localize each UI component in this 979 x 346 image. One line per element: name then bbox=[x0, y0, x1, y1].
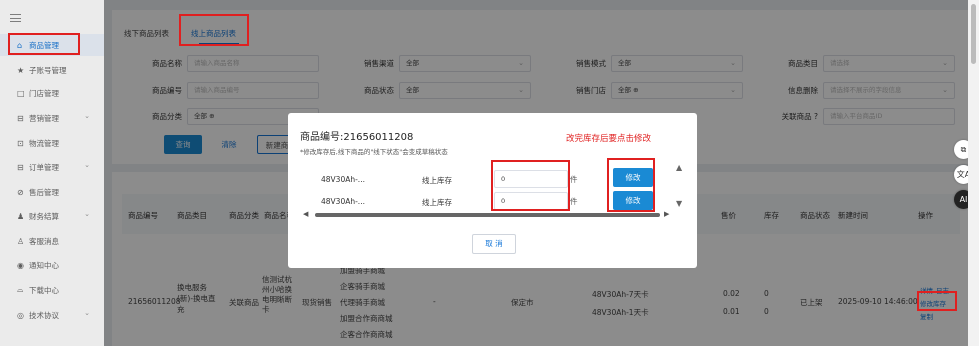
scroll-up-icon[interactable]: ▲ bbox=[676, 163, 682, 172]
annotation-text: 改完库存后要点击修改 bbox=[566, 134, 652, 144]
cancel-button[interactable]: 取 消 bbox=[472, 234, 516, 254]
annotation-box-edit-stock bbox=[917, 291, 957, 311]
stock-label-1: 线上库存 bbox=[422, 176, 452, 185]
horizontal-scrollbar[interactable] bbox=[315, 213, 660, 217]
scroll-thumb[interactable] bbox=[971, 4, 976, 64]
modal-note: *修改库存后,线下商品的"线下状态"会变成草稿状态 bbox=[300, 148, 448, 156]
scroll-left-icon[interactable]: ◀ bbox=[303, 210, 308, 218]
unit-label-2: 件 bbox=[570, 197, 578, 206]
modal-title: 商品编号:21656011208 bbox=[300, 132, 414, 143]
annotation-box-inputs bbox=[491, 160, 570, 211]
spec-label-2: 48V30Ah-... bbox=[321, 197, 365, 206]
unit-label-1: 件 bbox=[570, 175, 578, 184]
annotation-box-tab bbox=[179, 14, 249, 46]
edit-stock-modal: 商品编号:21656011208 *修改库存后,线下商品的"线下状态"会变成草稿… bbox=[288, 113, 697, 268]
stock-label-2: 线上库存 bbox=[422, 198, 452, 207]
annotation-box-sidebar bbox=[8, 33, 80, 55]
scroll-down-icon[interactable]: ▼ bbox=[676, 199, 682, 208]
vertical-scrollbar[interactable] bbox=[968, 0, 979, 346]
scroll-right-icon[interactable]: ▶ bbox=[664, 210, 669, 218]
spec-label-1: 48V30Ah-... bbox=[321, 175, 365, 184]
annotation-box-buttons bbox=[607, 158, 655, 212]
